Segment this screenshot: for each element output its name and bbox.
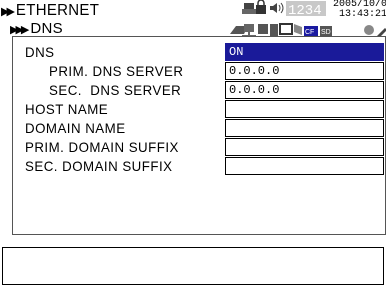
breadcrumb-level2: ▶▶▶ DNS bbox=[1, 20, 63, 37]
status-icon-area: 1234 CF SD bbox=[228, 0, 338, 40]
counter-display: 1234 bbox=[286, 1, 326, 19]
breadcrumb-level1: ▶▶ ETHERNET bbox=[1, 2, 99, 20]
label-sec-dns-server: SEC. DNS SERVER bbox=[49, 82, 182, 98]
dns-select[interactable]: ON bbox=[225, 43, 384, 61]
row-sec-domain-suffix: SEC. DOMAIN SUFFIX bbox=[13, 157, 386, 175]
row-prim-dns-server: PRIM. DNS SERVER 0.0.0.0 bbox=[13, 62, 386, 80]
computer-icon bbox=[258, 24, 278, 36]
breadcrumb-dns: DNS bbox=[30, 20, 63, 37]
prim-domain-suffix-field[interactable] bbox=[225, 138, 384, 156]
speaker-icon bbox=[270, 2, 284, 14]
breadcrumb-arrows-1: ▶▶ bbox=[1, 5, 15, 19]
breadcrumb-arrows-2: ▶▶▶ bbox=[10, 24, 29, 36]
printer-icon bbox=[242, 3, 256, 14]
breadcrumb-ethernet: ETHERNET bbox=[15, 1, 100, 20]
host-name-field[interactable] bbox=[225, 100, 384, 118]
prim-dns-server-field[interactable]: 0.0.0.0 bbox=[225, 62, 384, 80]
label-prim-dns-server: PRIM. DNS SERVER bbox=[49, 63, 184, 79]
datetime: 2005/10/02 13:43:21 bbox=[333, 0, 386, 38]
label-domain-name: DOMAIN NAME bbox=[25, 120, 126, 136]
row-domain-name: DOMAIN NAME bbox=[13, 119, 386, 137]
monitor-icon bbox=[279, 23, 293, 35]
sec-dns-server-field[interactable]: 0.0.0.0 bbox=[225, 81, 384, 99]
domain-name-field[interactable] bbox=[225, 119, 384, 137]
message-area bbox=[2, 247, 384, 285]
row-dns: DNS ON bbox=[13, 43, 386, 61]
flag-icon bbox=[294, 24, 302, 35]
time-text: 13:43:21 bbox=[338, 9, 386, 20]
label-host-name: HOST NAME bbox=[25, 101, 109, 117]
cf-card-icon: CF bbox=[304, 26, 318, 36]
label-sec-domain-suffix: SEC. DOMAIN SUFFIX bbox=[25, 158, 173, 174]
cf-label: CF bbox=[305, 29, 314, 36]
row-sec-dns-server: SEC. DNS SERVER 0.0.0.0 bbox=[13, 81, 386, 99]
sec-domain-suffix-field[interactable] bbox=[225, 157, 384, 175]
label-prim-domain-suffix: PRIM. DOMAIN SUFFIX bbox=[25, 139, 179, 155]
label-dns: DNS bbox=[25, 44, 55, 60]
counter-text: 1234 bbox=[288, 3, 322, 19]
row-prim-domain-suffix: PRIM. DOMAIN SUFFIX bbox=[13, 138, 386, 156]
sd-label: SD bbox=[321, 29, 331, 36]
sd-card-icon: SD bbox=[320, 26, 332, 36]
disk-icon bbox=[364, 25, 374, 35]
lock-icon bbox=[256, 0, 266, 14]
row-host-name: HOST NAME bbox=[13, 100, 386, 118]
dns-settings-panel: DNS ON PRIM. DNS SERVER 0.0.0.0 SEC. DNS… bbox=[12, 36, 386, 235]
